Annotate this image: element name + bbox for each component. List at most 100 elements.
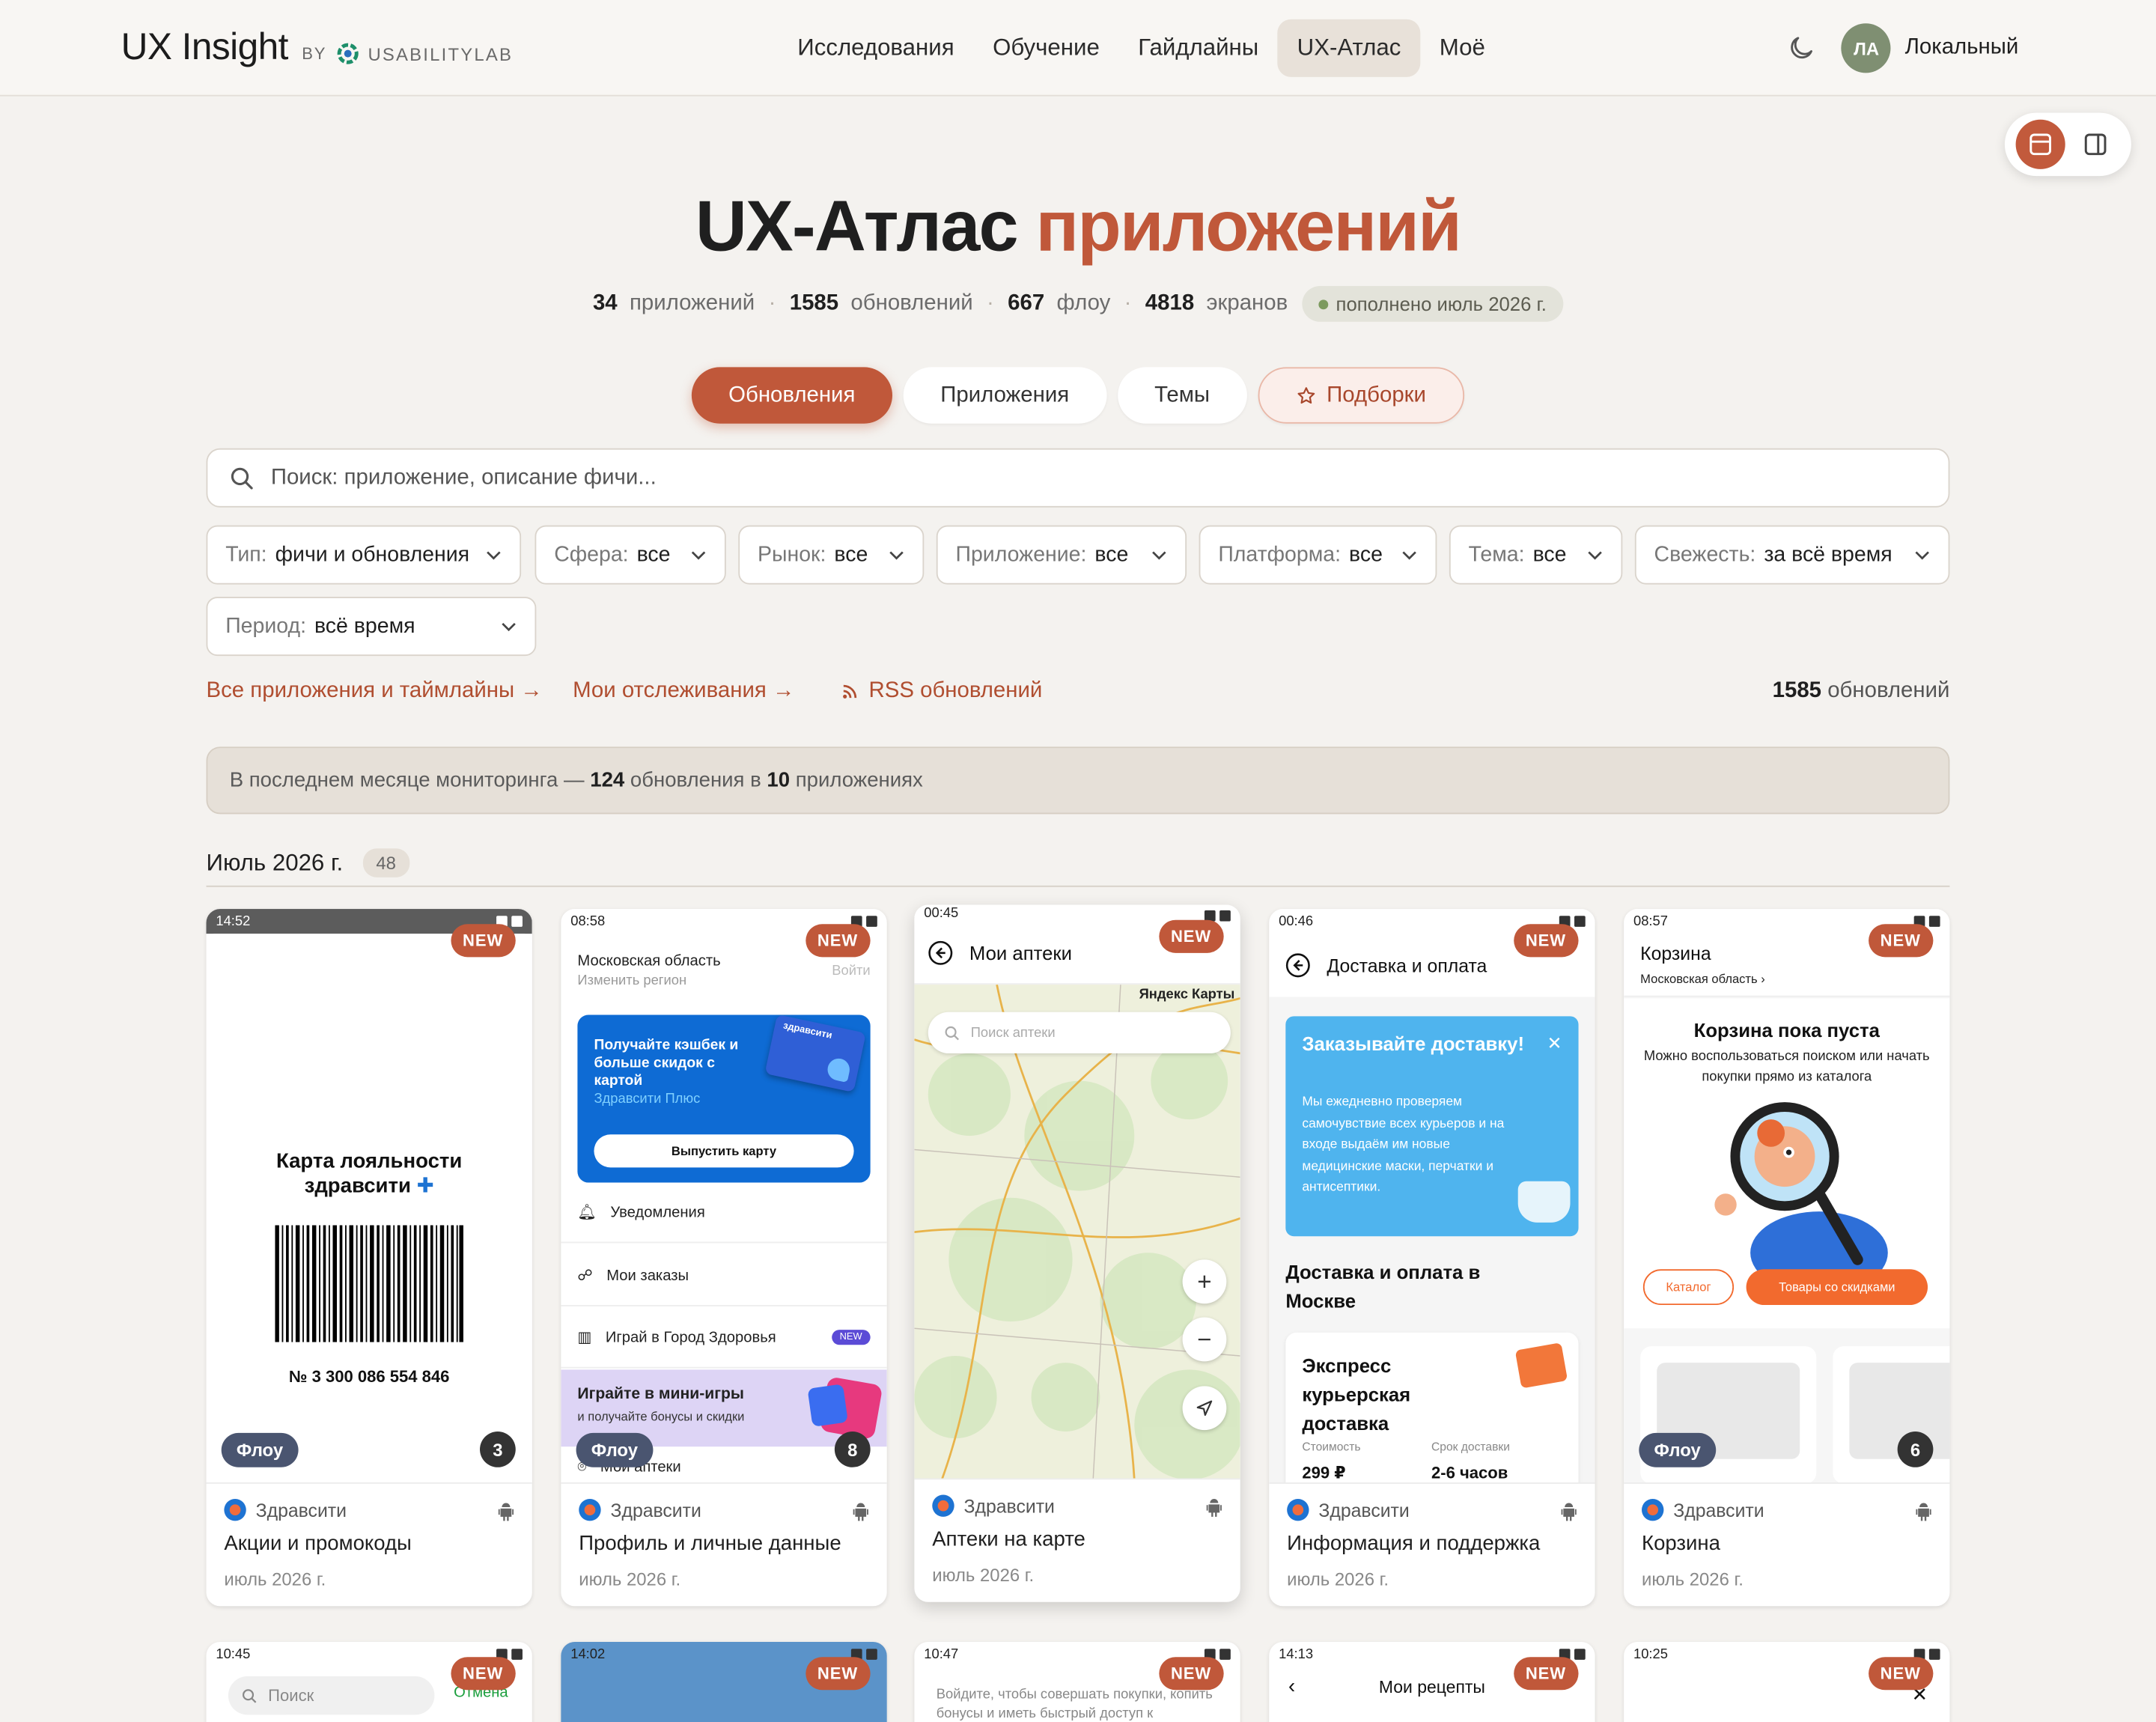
flow-badge[interactable]: Флоу bbox=[576, 1432, 654, 1467]
status-bar: 00:45 bbox=[914, 905, 1240, 922]
status-time: 10:47 bbox=[924, 1646, 959, 1662]
app-icon bbox=[224, 1499, 246, 1521]
total-updates-label: обновлений bbox=[1827, 679, 1950, 703]
product-placeholder bbox=[1833, 1346, 1950, 1482]
stat-updates-number: 1585 bbox=[789, 291, 839, 315]
android-icon bbox=[853, 1503, 868, 1521]
filter-sphere[interactable]: Сфера: все bbox=[535, 525, 726, 585]
status-time: 14:52 bbox=[216, 913, 251, 929]
update-card[interactable]: 14:02 NEW bbox=[561, 1642, 887, 1722]
banner-apps-number: 10 bbox=[767, 768, 791, 792]
filter-topic[interactable]: Тема: все bbox=[1449, 525, 1623, 585]
flow-badge[interactable]: Флоу bbox=[221, 1432, 299, 1467]
mock-search-field: Поиск bbox=[228, 1676, 435, 1715]
close-icon: ✕ bbox=[1547, 1032, 1562, 1053]
filter-freshness[interactable]: Свежесть: за всё время bbox=[1634, 525, 1950, 585]
rss-link[interactable]: RSS обновлений bbox=[841, 679, 1042, 704]
card-screenshot[interactable]: 08:57 Корзина Московская область › Корзи… bbox=[1624, 909, 1950, 1484]
flow-badge[interactable]: Флоу bbox=[1639, 1432, 1716, 1467]
menu-row-orders: ☍ Мои заказы bbox=[561, 1246, 887, 1306]
search-placeholder: Поиск: приложение, описание фичи... bbox=[270, 465, 657, 489]
update-card[interactable]: 00:46 Доставка и оплата Заказывайте дост… bbox=[1269, 909, 1595, 1607]
update-card[interactable]: 10:47 Войдите, чтобы совершать покупки, … bbox=[914, 1642, 1240, 1722]
layout-grid-button[interactable] bbox=[2015, 119, 2065, 169]
barcode-icon bbox=[275, 1225, 463, 1342]
month-title: Июль 2026 г. bbox=[206, 849, 344, 876]
star-icon bbox=[1297, 386, 1315, 404]
loyalty-heading: Карта лояльности здравсити ✚ bbox=[207, 1149, 532, 1197]
all-apps-link[interactable]: Все приложения и таймлайны → bbox=[207, 679, 543, 704]
filter-value: все bbox=[636, 542, 671, 566]
update-card[interactable]: 14:13 ‹ Мои рецепты NEW bbox=[1269, 1642, 1595, 1722]
nav-item-learning[interactable]: Обучение bbox=[973, 19, 1118, 77]
stat-flows-number: 667 bbox=[1008, 291, 1045, 315]
zoom-in-icon: + bbox=[1182, 1259, 1227, 1304]
filter-value: всё время bbox=[314, 614, 415, 638]
card-screenshot[interactable]: 00:45 Мои аптеки Поиск аптеки Яндекс Кар… bbox=[914, 904, 1240, 1480]
layout-sidebar-button[interactable] bbox=[2071, 120, 2120, 169]
tab-collections[interactable]: Подборки bbox=[1258, 367, 1465, 424]
stat-apps-label: приложений bbox=[629, 291, 755, 315]
new-badge: NEW bbox=[805, 1657, 871, 1691]
nav-item-mine[interactable]: Моё bbox=[1420, 19, 1505, 77]
app-name: Здравсити bbox=[1318, 1499, 1410, 1521]
bell-icon: 🔔︎ bbox=[577, 1204, 597, 1221]
update-card[interactable]: 08:57 Корзина Московская область › Корзи… bbox=[1624, 909, 1950, 1607]
screens-count-badge: 8 bbox=[834, 1432, 871, 1467]
empty-cart-title: Корзина пока пуста bbox=[1693, 1018, 1880, 1041]
cart-region-label: Московская область bbox=[1640, 972, 1758, 986]
cart-header-title: Корзина bbox=[1640, 943, 1711, 964]
avatar[interactable]: ЛА bbox=[1842, 23, 1892, 73]
search-icon bbox=[945, 1025, 959, 1040]
nav-item-research[interactable]: Исследования bbox=[779, 19, 974, 77]
filter-period[interactable]: Период: всё время bbox=[206, 597, 537, 657]
tab-updates[interactable]: Обновления bbox=[691, 367, 892, 424]
card-title: Акции и промокоды bbox=[224, 1532, 412, 1556]
filter-label: Тип: bbox=[225, 542, 267, 566]
update-card[interactable]: 10:25 ✕ NEW bbox=[1624, 1642, 1950, 1722]
card-title: Аптеки на карте bbox=[932, 1527, 1085, 1551]
chevron-down-icon bbox=[1915, 550, 1929, 559]
card-screenshot[interactable]: 14:52 Карта лояльности здравсити ✚ № 3 3… bbox=[206, 909, 532, 1484]
tab-topics[interactable]: Темы bbox=[1117, 367, 1247, 424]
my-tracking-link[interactable]: Мои отслеживания → bbox=[573, 679, 794, 704]
header-right: ЛА Локальный bbox=[1787, 23, 2019, 73]
issue-card-button: Выпустить карту bbox=[594, 1134, 854, 1168]
card-screenshot[interactable]: 08:58 Московская область Изменить регион… bbox=[561, 909, 887, 1484]
search-input[interactable]: Поиск: приложение, описание фичи... bbox=[206, 448, 1950, 508]
page-title-accent: приложений bbox=[1035, 186, 1461, 267]
app-row: Здравсити bbox=[1642, 1499, 1932, 1521]
total-updates-number: 1585 bbox=[1772, 679, 1822, 703]
brand-title[interactable]: UX Insight bbox=[121, 26, 289, 69]
monitoring-banner: В последнем месяце мониторинга — 124 обн… bbox=[206, 746, 1950, 815]
quick-links: Все приложения и таймлайны → Мои отслежи… bbox=[207, 679, 1043, 704]
loyalty-card-image: здравсити bbox=[764, 1014, 866, 1093]
update-card[interactable]: 08:58 Московская область Изменить регион… bbox=[561, 909, 887, 1607]
locate-icon bbox=[1182, 1386, 1227, 1431]
term-label: Срок доставки bbox=[1431, 1440, 1510, 1454]
delivery-promo-text: Мы ежедневно проверяем самочувствие всех… bbox=[1302, 1095, 1505, 1196]
moon-icon[interactable] bbox=[1787, 33, 1817, 63]
filter-type[interactable]: Тип: фичи и обновления bbox=[206, 525, 522, 585]
new-badge: NEW bbox=[1513, 1657, 1579, 1691]
user-name[interactable]: Локальный bbox=[1905, 36, 2019, 61]
filter-value: все bbox=[1532, 542, 1567, 566]
app-icon bbox=[1287, 1499, 1309, 1521]
card-title: Информация и поддержка bbox=[1287, 1532, 1541, 1556]
nav-item-guidelines[interactable]: Гайдлайны bbox=[1119, 19, 1278, 77]
app-name: Здравсити bbox=[610, 1499, 701, 1521]
brand[interactable]: UX Insight BY USABILITYLAB bbox=[121, 26, 514, 69]
update-card[interactable]: 00:45 Мои аптеки Поиск аптеки Яндекс Кар… bbox=[914, 904, 1240, 1602]
catalog-button: Каталог bbox=[1642, 1269, 1735, 1306]
update-card[interactable]: 14:52 Карта лояльности здравсити ✚ № 3 3… bbox=[206, 909, 532, 1607]
stat-flows-label: флоу bbox=[1056, 291, 1111, 315]
update-card[interactable]: 10:45 Поиск Отмена NEW bbox=[206, 1642, 532, 1722]
card-screenshot[interactable]: 00:46 Доставка и оплата Заказывайте дост… bbox=[1269, 909, 1595, 1484]
filter-app[interactable]: Приложение: все bbox=[936, 525, 1187, 585]
discounts-button: Товары со скидками bbox=[1746, 1269, 1928, 1306]
nav-item-ux-atlas[interactable]: UX-Атлас bbox=[1277, 19, 1421, 77]
tab-apps[interactable]: Приложения bbox=[903, 367, 1106, 424]
filter-label: Платформа: bbox=[1218, 542, 1342, 566]
filter-platform[interactable]: Платформа: все bbox=[1199, 525, 1437, 585]
filter-market[interactable]: Рынок: все bbox=[738, 525, 925, 585]
